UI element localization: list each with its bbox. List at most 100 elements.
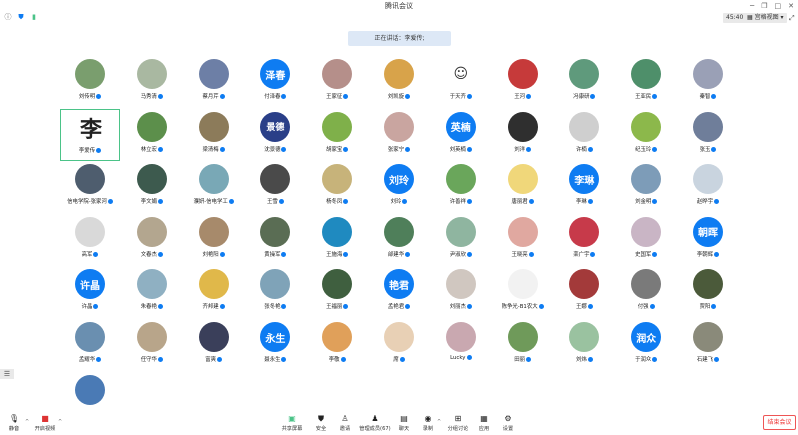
participant-tile[interactable]: 英楠 刘英楠 [431, 109, 491, 161]
signal-icon[interactable]: ▮ [30, 13, 38, 21]
settings-button[interactable]: ⚙ 设置 [500, 414, 516, 432]
video-button[interactable]: ■ 开启视频 [33, 414, 57, 432]
participant-tile[interactable]: 秦智 [678, 56, 738, 108]
video-options-caret-icon[interactable]: ^ [58, 419, 62, 425]
chat-button[interactable]: ▤ 聊天 [396, 414, 412, 432]
breakout-icon: ⊞ [454, 414, 462, 423]
participant-tile[interactable]: 王晓亮 [493, 214, 553, 266]
record-options-caret-icon[interactable]: ^ [437, 419, 441, 425]
participant-tile[interactable]: 景德 沈景德 [245, 109, 305, 161]
participant-tile[interactable]: 王雪 [245, 161, 305, 213]
participant-tile[interactable]: 李琳 李琳 [554, 161, 614, 213]
participant-name: 李文娟 [122, 197, 182, 205]
participant-tile[interactable]: 冯康研 [554, 56, 614, 108]
participant-tile[interactable]: 刘金明 [616, 161, 676, 213]
share-screen-button[interactable]: ▣ 共享屏幕 [281, 414, 303, 432]
invite-button[interactable]: ♙ 邀请 [337, 414, 353, 432]
participant-tile[interactable]: 邰建华 [369, 214, 429, 266]
participant-tile[interactable]: 刘洋 [493, 109, 553, 161]
participant-tile[interactable]: 富爽 [184, 319, 244, 371]
avatar [507, 59, 538, 89]
participant-tile[interactable]: 信电学院-张家河 [60, 161, 120, 213]
participant-tile[interactable]: 许楠 [554, 109, 614, 161]
minimize-button[interactable]: ─ [750, 0, 754, 12]
participant-tile[interactable]: 齐邦建 [184, 266, 244, 318]
participant-tile[interactable]: 艳君 孟艳君 [369, 266, 429, 318]
participant-tile[interactable]: 尹淑欣 [431, 214, 491, 266]
close-button[interactable]: ✕ [788, 0, 794, 12]
participant-tile[interactable]: 永生 聂永生 [245, 319, 305, 371]
participant-tile[interactable]: 马秀清 [122, 56, 182, 108]
participant-tile[interactable]: 濮妍-信电学工 [184, 161, 244, 213]
participant-tile[interactable]: 王福丽 [307, 266, 367, 318]
participant-tile[interactable]: 黄操军 [245, 214, 305, 266]
participant-tile[interactable]: 赵晔宇 [678, 161, 738, 213]
participant-tile[interactable]: 林立宏 [122, 109, 182, 161]
participant-tile[interactable]: 史国军 [616, 214, 676, 266]
participant-tile[interactable]: 刘丽杰 [431, 266, 491, 318]
participant-tile[interactable]: 陈争光-B1农大 [493, 266, 553, 318]
participant-tile[interactable]: 贾阳 [678, 266, 738, 318]
participant-tile[interactable]: 朱春艳 [122, 266, 182, 318]
info-icon[interactable]: ⓘ [4, 13, 12, 21]
participant-tile[interactable]: 杨冬凤 [307, 161, 367, 213]
participant-tile[interactable]: ☺ 于天齐 [431, 56, 491, 108]
participant-tile[interactable]: 田丽 [493, 319, 553, 371]
participant-tile[interactable]: 孟耀华 [60, 319, 120, 371]
participant-tile[interactable]: 任守华 [122, 319, 182, 371]
participant-tile[interactable]: 栾广宇 [554, 214, 614, 266]
participant-tile[interactable]: 刘传明 [60, 56, 120, 108]
participant-tile[interactable]: 泽春 付泽春 [245, 56, 305, 108]
participant-name-text: 沈景德 [264, 146, 281, 153]
participant-tile[interactable]: 刘凯旋 [369, 56, 429, 108]
breakout-rooms-button[interactable]: ⊞ 分组讨论 [446, 414, 470, 432]
participant-tile[interactable]: 张冬艳 [245, 266, 305, 318]
participant-tile[interactable]: 石建飞 [678, 319, 738, 371]
participant-tile[interactable]: 付强 [616, 266, 676, 318]
members-label: 管理成员(67) [359, 426, 391, 432]
participant-tile[interactable]: 李文娟 [122, 161, 182, 213]
mute-options-caret-icon[interactable]: ^ [25, 419, 29, 425]
participant-tile[interactable]: Lucky [431, 319, 491, 371]
participant-tile[interactable]: 张玉 [678, 109, 738, 161]
participant-tile[interactable]: 王家征 [307, 56, 367, 108]
participant-name-text: 席 [393, 357, 399, 363]
view-switch-button[interactable]: ▦ 宫格视图 ▾ [744, 13, 787, 23]
restore-button[interactable]: ❐ [761, 0, 767, 12]
microphone-icon [590, 94, 596, 99]
participant-tile[interactable]: 席 [369, 319, 429, 371]
participant-tile[interactable]: 王施海 [307, 214, 367, 266]
participant-tile[interactable]: 胡家宝 [307, 109, 367, 161]
participant-tile[interactable]: 王河 [493, 56, 553, 108]
participant-name: 许善祥 [431, 197, 491, 205]
participant-tile[interactable]: 刘玲 刘玲 [369, 161, 429, 213]
record-button[interactable]: ◉ 录制 [420, 414, 436, 432]
participant-tile[interactable]: 润众 于润众 [616, 319, 676, 371]
participant-tile[interactable]: 刘艳阳 [184, 214, 244, 266]
participant-tile[interactable]: 梁清梅 [184, 109, 244, 161]
apps-button[interactable]: ▦ 应用 [476, 414, 492, 432]
shield-icon[interactable]: ⛊ [17, 13, 25, 21]
participant-tile[interactable]: 李李爱传 [60, 108, 120, 161]
participant-tile[interactable]: 朝晖 李朝辉 [678, 214, 738, 266]
participant-name-text: 王施海 [326, 251, 343, 258]
participant-tile[interactable]: 蔡月芹 [184, 56, 244, 108]
manage-members-button[interactable]: ♟ 管理成员(67) [359, 414, 391, 432]
security-button[interactable]: ⛊ 安全 [313, 414, 329, 432]
participant-tile[interactable]: 王亚民 [616, 56, 676, 108]
end-meeting-button[interactable]: 结束会议 [763, 415, 796, 430]
participant-tile[interactable]: 高军 [60, 214, 120, 266]
participant-tile[interactable]: 张家宁 [369, 109, 429, 161]
participant-tile[interactable]: 刘炜 [554, 319, 614, 371]
participant-tile[interactable]: 许善祥 [431, 161, 491, 213]
maximize-button[interactable]: □ [775, 0, 782, 12]
participant-tile[interactable]: 文春杰 [122, 214, 182, 266]
participant-tile[interactable]: 王娜 [554, 266, 614, 318]
participant-tile[interactable]: 许晶 许晶 [60, 266, 120, 318]
participant-tile[interactable]: 唐丽君 [493, 161, 553, 213]
fullscreen-icon[interactable]: ⤢ [789, 13, 795, 23]
sidebar-toggle-button[interactable]: ☰ [0, 369, 14, 379]
participant-tile[interactable]: 纪玉玲 [616, 109, 676, 161]
participant-tile[interactable]: 李敬 [307, 319, 367, 371]
mute-button[interactable]: 🎙 静音 [5, 414, 23, 432]
